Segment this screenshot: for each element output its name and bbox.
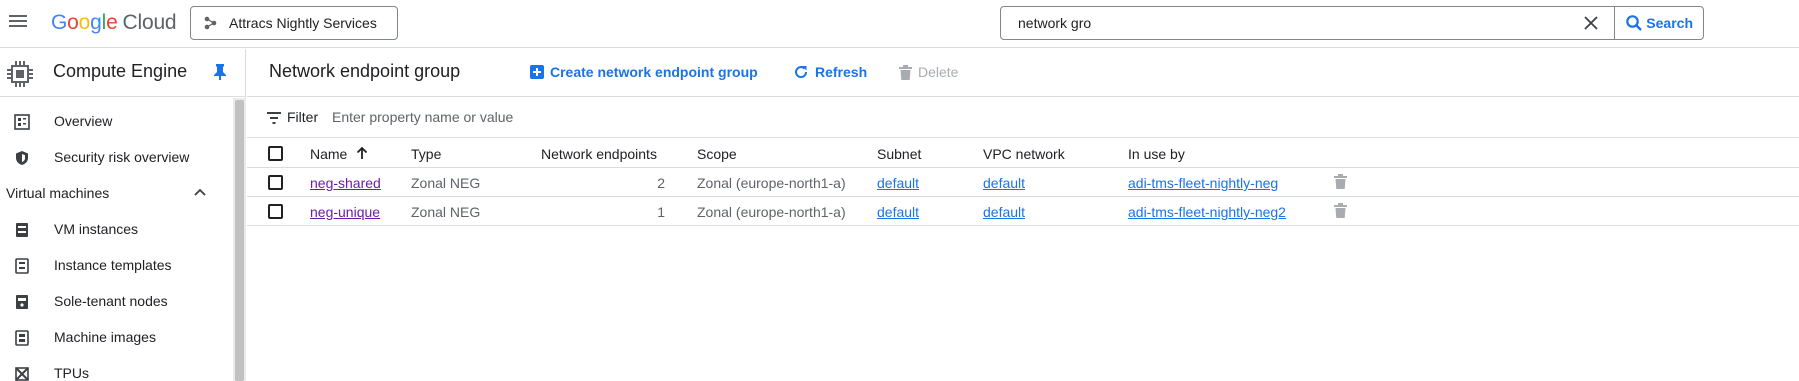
pin-icon[interactable] bbox=[212, 63, 228, 81]
sidebar-item-security-risk-overview[interactable]: Security risk overview bbox=[0, 140, 233, 176]
sidebar-item-tpus[interactable]: TPUs bbox=[0, 356, 233, 381]
search-input[interactable] bbox=[1001, 7, 1579, 39]
search-button-label: Search bbox=[1646, 15, 1693, 31]
trash-icon bbox=[899, 64, 912, 80]
node-icon bbox=[16, 295, 28, 309]
project-name: Attracs Nightly Services bbox=[229, 15, 377, 31]
sidebar-item-overview[interactable]: Overview bbox=[0, 104, 233, 140]
in-use-by-link[interactable]: adi-tms-fleet-nightly-neg2 bbox=[1128, 204, 1286, 220]
neg-scope: Zonal (europe-north1-a) bbox=[697, 175, 846, 191]
column-header-vpc-network[interactable]: VPC network bbox=[983, 146, 1065, 162]
select-all-checkbox[interactable] bbox=[268, 146, 283, 161]
column-header-name[interactable]: Name bbox=[310, 146, 347, 162]
add-box-icon bbox=[530, 65, 544, 79]
refresh-label: Refresh bbox=[815, 64, 868, 80]
neg-type: Zonal NEG bbox=[411, 204, 481, 220]
sidebar-item-sole-tenant-nodes[interactable]: Sole-tenant nodes bbox=[0, 284, 233, 320]
project-picker-button[interactable]: Attracs Nightly Services bbox=[190, 6, 398, 40]
sidebar-item-instance-templates[interactable]: Instance templates bbox=[0, 248, 233, 284]
in-use-by-link[interactable]: adi-tms-fleet-nightly-neg bbox=[1128, 175, 1278, 191]
sidebar-scrollbar[interactable] bbox=[233, 98, 246, 381]
filter-label: Filter bbox=[287, 109, 319, 125]
delete-label: Delete bbox=[918, 64, 959, 80]
neg-name-link[interactable]: neg-unique bbox=[310, 204, 380, 220]
sidebar-item-label: Overview bbox=[54, 113, 113, 129]
column-header-in-use-by[interactable]: In use by bbox=[1128, 146, 1185, 162]
column-header-scope[interactable]: Scope bbox=[697, 146, 737, 162]
chevron-up-icon[interactable] bbox=[193, 187, 207, 197]
vpc-network-link[interactable]: default bbox=[983, 204, 1025, 220]
filter-bar: Filter bbox=[247, 98, 1799, 138]
tpu-icon bbox=[15, 367, 29, 381]
page-title: Network endpoint group bbox=[269, 61, 461, 81]
vm-icon bbox=[16, 223, 28, 237]
table-header: Name Type Network endpoints Scope Subnet… bbox=[247, 139, 1799, 168]
project-icon bbox=[204, 16, 217, 30]
sidebar-section-label: Virtual machines bbox=[6, 185, 110, 201]
table-row: neg-shared Zonal NEG 2 Zonal (europe-nor… bbox=[247, 168, 1799, 197]
filter-icon bbox=[267, 112, 281, 124]
search-button[interactable]: Search bbox=[1614, 7, 1703, 39]
google-cloud-logo[interactable]: Google Cloud bbox=[51, 11, 177, 35]
sidebar-item-label: VM instances bbox=[54, 221, 139, 237]
neg-name-link[interactable]: neg-shared bbox=[310, 175, 381, 191]
column-header-type[interactable]: Type bbox=[411, 146, 441, 162]
column-header-network-endpoints[interactable]: Network endpoints bbox=[541, 146, 657, 162]
create-neg-label: Create network endpoint group bbox=[550, 64, 758, 80]
product-title: Compute Engine bbox=[53, 61, 188, 81]
sidebar-item-label: TPUs bbox=[54, 365, 89, 381]
delete-row-icon[interactable] bbox=[1334, 203, 1347, 218]
sidebar-item-label: Instance templates bbox=[54, 257, 172, 273]
row-checkbox[interactable] bbox=[268, 175, 283, 190]
search-bar: Search bbox=[1000, 6, 1704, 40]
sidebar: Compute Engine Overview Security risk ov… bbox=[0, 49, 246, 381]
table-row: neg-unique Zonal NEG 1 Zonal (europe-nor… bbox=[247, 197, 1799, 226]
neg-table: Name Type Network endpoints Scope Subnet… bbox=[247, 139, 1799, 226]
neg-endpoint-count: 2 bbox=[657, 175, 665, 191]
vpc-network-link[interactable]: default bbox=[983, 175, 1025, 191]
delete-row-icon[interactable] bbox=[1334, 174, 1347, 189]
neg-endpoint-count: 1 bbox=[657, 204, 665, 220]
search-icon bbox=[1626, 15, 1643, 31]
sidebar-item-label: Sole-tenant nodes bbox=[54, 293, 168, 309]
refresh-button[interactable]: Refresh bbox=[793, 64, 867, 80]
image-icon bbox=[15, 330, 29, 346]
sidebar-header: Compute Engine bbox=[0, 49, 245, 97]
shield-icon bbox=[16, 151, 28, 165]
sidebar-section-virtual-machines[interactable]: Virtual machines bbox=[0, 176, 233, 212]
column-header-subnet[interactable]: Subnet bbox=[877, 146, 921, 162]
top-bar: GoogleCloud Attracs Nightly Services Sea… bbox=[0, 0, 1799, 48]
create-neg-button[interactable]: Create network endpoint group bbox=[530, 64, 758, 80]
sidebar-item-label: Machine images bbox=[54, 329, 156, 345]
sidebar-item-vm-instances[interactable]: VM instances bbox=[0, 212, 233, 248]
filter-input[interactable] bbox=[332, 104, 832, 130]
page-header: Network endpoint group Create network en… bbox=[247, 49, 1799, 97]
clear-search-icon[interactable] bbox=[1578, 10, 1604, 36]
sidebar-item-machine-images[interactable]: Machine images bbox=[0, 320, 233, 356]
delete-button[interactable]: Delete bbox=[899, 64, 958, 80]
overview-icon bbox=[14, 114, 30, 130]
subnet-link[interactable]: default bbox=[877, 175, 919, 191]
neg-scope: Zonal (europe-north1-a) bbox=[697, 204, 846, 220]
sidebar-item-label: Security risk overview bbox=[54, 149, 190, 165]
logo-suffix: Cloud bbox=[122, 11, 177, 34]
row-checkbox[interactable] bbox=[268, 204, 283, 219]
neg-type: Zonal NEG bbox=[411, 175, 481, 191]
scrollbar-thumb[interactable] bbox=[235, 100, 244, 381]
template-icon bbox=[15, 258, 29, 274]
compute-engine-icon bbox=[7, 61, 33, 87]
refresh-icon bbox=[795, 66, 808, 79]
subnet-link[interactable]: default bbox=[877, 204, 919, 220]
main-menu-icon[interactable] bbox=[8, 12, 28, 32]
sort-ascending-icon[interactable] bbox=[356, 146, 368, 160]
